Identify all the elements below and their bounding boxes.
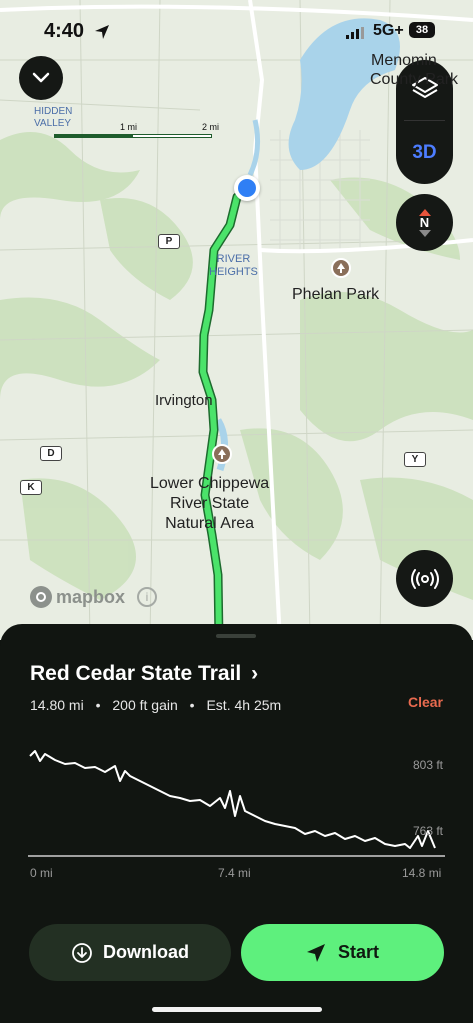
- mapbox-attribution[interactable]: mapbox i: [30, 586, 158, 608]
- map-scale: HIDDEN VALLEY 1 mi 2 mi: [34, 106, 224, 146]
- start-button[interactable]: Start: [241, 924, 444, 981]
- elevation-min-label: 763 ft: [412, 824, 443, 838]
- chevron-down-icon: [32, 72, 50, 83]
- collapse-button[interactable]: [19, 56, 63, 100]
- route-sheet: Red Cedar State Trail › 14.80 mi • 200 f…: [0, 624, 473, 1023]
- tree-icon: [218, 449, 226, 459]
- road-badge-d: D: [40, 446, 62, 461]
- compass-south-arrow-icon: [418, 229, 431, 237]
- road-badge-k: K: [20, 480, 42, 495]
- status-time: 4:40: [44, 20, 85, 42]
- trail-gain: 200 ft gain: [112, 697, 178, 713]
- road-badge-y: Y: [404, 452, 426, 467]
- download-icon: [72, 942, 92, 963]
- download-button[interactable]: Download: [29, 924, 231, 981]
- map-view[interactable]: 4:40 5G+ 38 3D N HIDDEN VALLEY 1 mi 2 mi…: [0, 0, 473, 640]
- battery-indicator: 38: [409, 22, 435, 38]
- home-indicator: [152, 1007, 322, 1012]
- trail-title-link[interactable]: Red Cedar State Trail ›: [30, 662, 258, 686]
- 3d-toggle-button[interactable]: 3D: [396, 124, 453, 182]
- broadcast-icon: [410, 568, 439, 589]
- distance-mid-label: 7.4 mi: [218, 866, 251, 880]
- natural-area-marker[interactable]: [212, 444, 232, 464]
- irvington-label: Irvington: [155, 392, 213, 409]
- download-label: Download: [103, 942, 189, 962]
- menomonie-label: Menomin: [371, 52, 437, 69]
- phelan-park-label: Phelan Park: [292, 286, 380, 303]
- mapbox-wordmark: mapbox: [56, 586, 126, 607]
- county-park-label: County Park: [370, 71, 459, 88]
- compass-button[interactable]: N: [396, 194, 453, 251]
- location-arrow-icon: [95, 25, 109, 39]
- trail-distance: 14.80 mi: [30, 697, 84, 713]
- compass-north-label: N: [419, 214, 430, 230]
- navigation-arrow-icon: [306, 943, 325, 962]
- road-badge-p: P: [158, 234, 180, 249]
- sheet-grabber[interactable]: [216, 634, 256, 638]
- mapbox-logo-icon: [30, 586, 52, 608]
- distance-start-label: 0 mi: [30, 866, 53, 880]
- start-label: Start: [337, 942, 379, 962]
- park-marker[interactable]: [331, 258, 351, 278]
- clear-button[interactable]: Clear: [408, 694, 443, 710]
- river-heights-label: RIVER HEIGHTS: [209, 253, 258, 278]
- trail-estimate: Est. 4h 25m: [206, 697, 282, 713]
- chevron-right-icon: ›: [251, 662, 259, 685]
- distance-end-label: 14.8 mi: [402, 866, 442, 880]
- scale-2mi: 2 mi: [202, 122, 220, 132]
- live-share-button[interactable]: [396, 550, 453, 607]
- elevation-max-label: 803 ft: [412, 758, 443, 772]
- elevation-profile: 803 ft 763 ft: [0, 736, 473, 886]
- tree-icon: [337, 263, 345, 273]
- trail-name: Red Cedar State Trail: [30, 662, 242, 685]
- hidden-valley-label: HIDDEN VALLEY: [34, 106, 73, 129]
- status-bar: 4:40 5G+ 38: [0, 0, 473, 60]
- lower-chippewa-label: Lower Chippewa River State Natural Area: [150, 475, 270, 532]
- scale-1mi: 1 mi: [120, 122, 138, 132]
- network-type: 5G+: [373, 22, 404, 39]
- info-icon[interactable]: i: [137, 587, 158, 607]
- trail-stats: 14.80 mi • 200 ft gain • Est. 4h 25m: [30, 697, 282, 713]
- current-location-dot: [234, 175, 260, 201]
- cellular-signal-icon: [346, 27, 364, 39]
